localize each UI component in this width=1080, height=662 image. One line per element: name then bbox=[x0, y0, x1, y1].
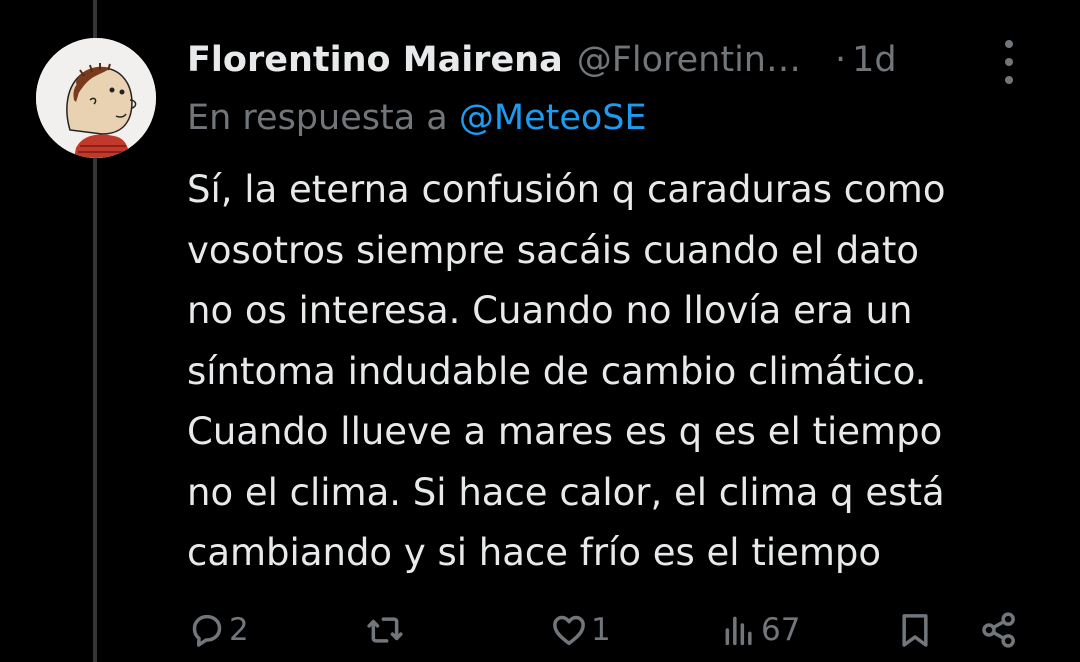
more-icon bbox=[1005, 40, 1013, 48]
tweet-timestamp[interactable]: 1d bbox=[852, 40, 897, 80]
share-button[interactable] bbox=[979, 604, 1019, 656]
reply-icon bbox=[192, 614, 222, 647]
tweet-header: Florentino Mairena @Florentin… · 1d bbox=[187, 36, 1057, 84]
tweet-text-line: vosotros siempre sacáis cuando el dato bbox=[187, 228, 919, 272]
share-icon bbox=[982, 612, 1015, 648]
tweet-text-line: Sí, la eterna confusión q caraduras como bbox=[187, 168, 946, 211]
tweet-actions: 2 1 67 bbox=[187, 604, 1067, 656]
reply-context: En respuesta a @MeteoSE bbox=[187, 98, 647, 138]
bookmark-icon bbox=[902, 614, 928, 647]
more-options-button[interactable] bbox=[997, 40, 1021, 84]
reply-mention-link[interactable]: @MeteoSE bbox=[459, 98, 647, 138]
avatar-icon bbox=[36, 38, 156, 158]
tweet-text: Sí, la eterna confusión q caraduras como… bbox=[187, 160, 1047, 584]
reply-prefix: En respuesta a bbox=[187, 98, 448, 138]
reply-count: 2 bbox=[229, 612, 249, 648]
bookmark-button[interactable] bbox=[895, 604, 935, 656]
views-count: 67 bbox=[761, 612, 801, 648]
tweet-text-line: no el clima. Si hace calor, el clima q e… bbox=[187, 470, 945, 514]
like-button[interactable]: 1 bbox=[549, 604, 611, 656]
like-count: 1 bbox=[591, 612, 611, 648]
tweet-text-line: Cuando llueve a mares es q es el tiempo bbox=[187, 410, 943, 453]
author-handle[interactable]: @Florentin… bbox=[577, 40, 801, 80]
heart-icon bbox=[553, 615, 585, 646]
retweet-button[interactable] bbox=[365, 604, 407, 656]
separator-dot: · bbox=[834, 40, 847, 80]
reply-button[interactable]: 2 bbox=[187, 604, 249, 656]
retweet-icon bbox=[367, 617, 403, 643]
author-name[interactable]: Florentino Mairena bbox=[187, 40, 563, 80]
views-button[interactable]: 67 bbox=[719, 604, 800, 656]
avatar[interactable] bbox=[36, 38, 156, 158]
tweet-text-line: síntoma indudable de cambio climático. bbox=[187, 349, 927, 393]
views-icon bbox=[725, 616, 752, 646]
tweet-text-line: cambiando y si hace frío es el tiempo bbox=[187, 531, 882, 574]
tweet-text-line: no os interesa. Cuando no llovía era un bbox=[187, 289, 913, 332]
